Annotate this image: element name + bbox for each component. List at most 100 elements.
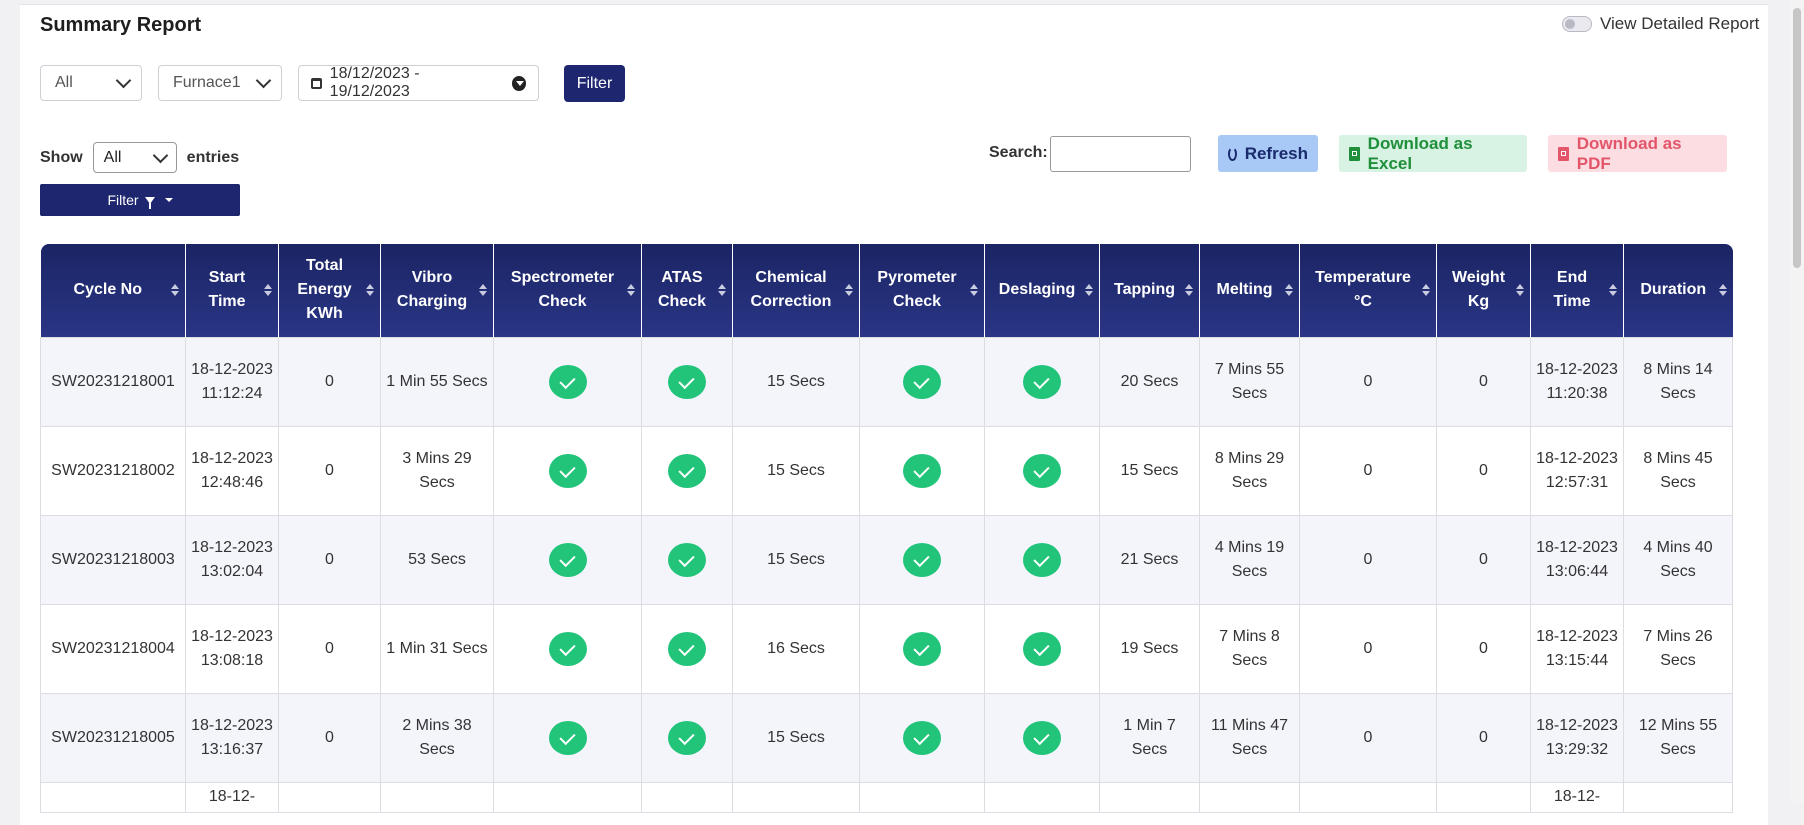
- cell-duration: 8 Mins 14 Secs: [1623, 336, 1733, 427]
- cell-spectrometer-check: [493, 603, 642, 694]
- cell-chemical-correction: 15 Secs: [732, 692, 860, 783]
- entries-label: entries: [186, 148, 240, 166]
- cell-weight: 0: [1436, 425, 1531, 516]
- cell-start-time: 18-12-2023 13:02:04: [185, 514, 279, 605]
- cell-melting: 4 Mins 19 Secs: [1199, 514, 1300, 605]
- toggle-label: View Detailed Report: [1600, 14, 1760, 33]
- column-header[interactable]: ATAS Check: [641, 244, 733, 337]
- column-header[interactable]: Total Energy KWh: [278, 244, 381, 337]
- refresh-button[interactable]: Refresh: [1218, 135, 1318, 172]
- download-excel-button[interactable]: Download as Excel: [1339, 133, 1527, 173]
- cell-start-time: 18-12-2023 12:48:46: [185, 425, 279, 516]
- cell-chemical-correction: 15 Secs: [732, 425, 860, 516]
- file-pdf-icon: [1558, 146, 1569, 161]
- cell-start-time: 18-12-2023 13:08:18: [185, 603, 279, 694]
- column-header[interactable]: Deslaging: [984, 244, 1100, 337]
- sort-icon: [845, 284, 853, 297]
- refresh-label: Refresh: [1244, 143, 1308, 163]
- sort-icon: [1285, 284, 1293, 297]
- cell-melting: [1199, 781, 1300, 813]
- cell-end-time: 18-12-: [1530, 781, 1624, 813]
- page-title: Summary Report: [40, 14, 202, 36]
- check-circle-icon: [903, 542, 941, 577]
- cell-start-time: 18-12-2023 13:16:37: [185, 692, 279, 783]
- check-circle-icon: [903, 364, 941, 399]
- column-header[interactable]: Cycle No: [40, 244, 186, 337]
- download-pdf-button[interactable]: Download as PDF: [1548, 134, 1727, 173]
- cell-melting: 8 Mins 29 Secs: [1199, 425, 1300, 516]
- filter-button[interactable]: Filter: [564, 65, 625, 102]
- column-header[interactable]: Duration: [1623, 244, 1733, 337]
- date-range-picker[interactable]: 18/12/2023 - 19/12/2023: [298, 65, 539, 101]
- cell-pyrometer-check: [859, 425, 985, 516]
- sort-icon: [1422, 284, 1430, 297]
- cell-melting: 7 Mins 55 Secs: [1199, 336, 1300, 427]
- cell-total-energy: 0: [278, 425, 381, 516]
- cell-melting: 7 Mins 8 Secs: [1199, 603, 1300, 694]
- furnace-select[interactable]: Furnace1: [158, 65, 282, 101]
- column-header[interactable]: Pyrometer Check: [859, 244, 985, 337]
- scrollbar-thumb[interactable]: [1793, 8, 1801, 268]
- check-circle-icon: [548, 720, 587, 755]
- check-circle-icon: [903, 631, 941, 666]
- column-header-label: Weight Kg: [1451, 269, 1506, 311]
- column-header-label: Temperature °C: [1315, 269, 1411, 311]
- sort-icon: [970, 284, 978, 297]
- detailed-report-toggle[interactable]: View Detailed Report: [1562, 14, 1759, 34]
- cell-total-energy: 0: [278, 514, 381, 605]
- check-circle-icon: [668, 631, 706, 666]
- cell-chemical-correction: 16 Secs: [732, 603, 860, 694]
- column-header[interactable]: End Time: [1530, 244, 1624, 337]
- column-header[interactable]: Vibro Charging: [380, 244, 494, 337]
- sort-icon: [718, 284, 726, 297]
- check-circle-icon: [1023, 453, 1061, 488]
- caret-down-icon: [164, 198, 173, 202]
- file-excel-icon: [1349, 146, 1360, 161]
- cell-start-time: 18-12-: [185, 781, 279, 813]
- check-circle-icon: [903, 720, 941, 755]
- chevron-down-icon: [152, 147, 168, 163]
- column-filter-label: Filter: [107, 192, 139, 208]
- column-header-label: Chemical Correction: [750, 269, 832, 311]
- cell-temperature: 0: [1299, 336, 1437, 427]
- cell-atas-check: [641, 336, 733, 427]
- column-filter-button[interactable]: Filter: [40, 184, 240, 216]
- column-header[interactable]: Tapping: [1099, 244, 1200, 337]
- type-select[interactable]: All: [40, 65, 142, 101]
- column-header[interactable]: Chemical Correction: [732, 244, 860, 337]
- furnace-select-value: Furnace1: [173, 74, 241, 91]
- cell-vibro-charging: 53 Secs: [380, 514, 494, 605]
- excel-label: Download as Excel: [1367, 133, 1473, 173]
- column-header-label: Cycle No: [73, 281, 142, 299]
- sort-icon: [1085, 284, 1093, 297]
- sort-icon: [627, 284, 635, 297]
- cell-end-time: 18-12-2023 11:20:38: [1530, 336, 1624, 427]
- column-header-label: End Time: [1553, 269, 1591, 311]
- table-row: SW20231218005 18-12-2023 13:16:37 0 2 Mi…: [40, 692, 1733, 783]
- cell-spectrometer-check: [493, 692, 642, 783]
- sort-icon: [366, 284, 374, 297]
- toggle-switch[interactable]: [1562, 16, 1592, 32]
- cell-tapping: 20 Secs: [1099, 336, 1200, 427]
- cell-melting: 11 Mins 47 Secs: [1199, 692, 1300, 783]
- column-header-label: Start Time: [208, 269, 246, 311]
- column-header[interactable]: Weight Kg: [1436, 244, 1531, 337]
- cell-total-energy: 0: [278, 336, 381, 427]
- cell-duration: [1623, 781, 1733, 813]
- column-header[interactable]: Spectrometer Check: [493, 244, 642, 337]
- cell-vibro-charging: 3 Mins 29 Secs: [380, 425, 494, 516]
- cell-cycle-no: SW20231218003: [40, 514, 186, 605]
- entries-select[interactable]: All: [92, 142, 177, 173]
- page-scrollbar[interactable]: [1790, 0, 1804, 803]
- cell-cycle-no: [40, 781, 186, 813]
- cell-atas-check: [641, 514, 733, 605]
- column-header[interactable]: Start Time: [185, 244, 279, 337]
- check-circle-icon: [668, 453, 706, 488]
- check-circle-icon: [1023, 542, 1061, 577]
- column-header[interactable]: Temperature °C: [1299, 244, 1437, 337]
- sort-icon: [479, 284, 487, 297]
- column-header[interactable]: Melting: [1199, 244, 1300, 337]
- column-header-label: Spectrometer Check: [510, 269, 615, 311]
- search-input[interactable]: [1050, 136, 1191, 172]
- cell-weight: [1436, 781, 1531, 813]
